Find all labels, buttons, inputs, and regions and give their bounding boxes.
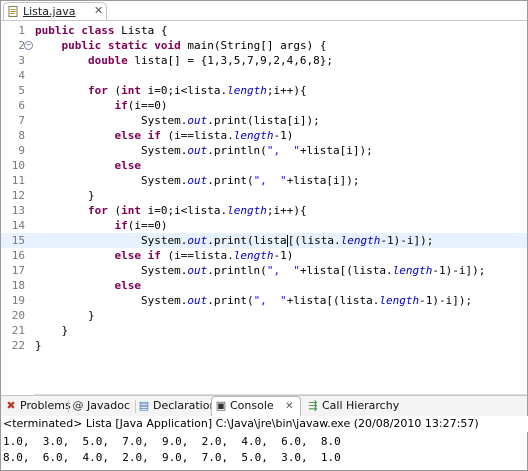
code-text: for (int i=0;i<lista.length;i++){ bbox=[87, 204, 307, 217]
code-text: else if (i==lista.length-1) bbox=[114, 129, 294, 142]
tab-console-label: Console bbox=[230, 399, 274, 412]
code-line[interactable]: 3 double lista[] = {1,3,5,7,9,2,4,6,8}; bbox=[1, 53, 527, 68]
problems-icon: ✖ bbox=[6, 399, 16, 412]
code-line[interactable]: 10 else bbox=[1, 158, 527, 173]
line-number: 19 bbox=[11, 294, 25, 307]
tab-separator bbox=[135, 400, 136, 413]
code-line[interactable]: 6 if(i==0) bbox=[1, 98, 527, 113]
close-icon[interactable]: ✕ bbox=[285, 401, 293, 412]
code-line[interactable]: 13 for (int i=0;i<lista.length;i++){ bbox=[1, 203, 527, 218]
code-line[interactable]: 14 if(i==0) bbox=[1, 218, 527, 233]
tab-call-hierarchy[interactable]: ⇶ Call Hierarchy bbox=[307, 396, 399, 416]
javadoc-icon: @ bbox=[72, 399, 84, 412]
code-line[interactable]: 15 System.out.print(lista[(lista.length-… bbox=[1, 233, 527, 248]
tab-separator bbox=[68, 400, 69, 413]
line-number: 5 bbox=[18, 84, 25, 97]
line-number: 3 bbox=[18, 54, 25, 67]
tab-javadoc-label: Javadoc bbox=[87, 399, 130, 412]
line-number: 16 bbox=[11, 249, 25, 262]
line-number: 21 bbox=[11, 324, 25, 337]
line-number: 7 bbox=[18, 114, 25, 127]
editor-tab-lista-java[interactable]: Lista.java ✕ bbox=[3, 2, 107, 20]
code-line[interactable]: 22} bbox=[1, 338, 527, 353]
code-text: } bbox=[35, 189, 95, 202]
code-text: } bbox=[35, 339, 42, 352]
code-line[interactable]: 11 System.out.print(", "+lista[i]); bbox=[1, 173, 527, 188]
code-text: if(i==0) bbox=[114, 99, 168, 112]
line-number: 15 bbox=[11, 234, 25, 247]
line-number: 11 bbox=[11, 174, 25, 187]
editor-tab-bar: Lista.java ✕ bbox=[1, 1, 527, 21]
line-number: 20 bbox=[11, 309, 25, 322]
code-line[interactable]: 20 } bbox=[1, 308, 527, 323]
code-text: System.out.print(", "+lista[i]); bbox=[35, 174, 360, 187]
tab-javadoc[interactable]: @ Javadoc bbox=[72, 396, 131, 416]
code-text: if(i==0) bbox=[114, 219, 168, 232]
java-file-icon bbox=[8, 6, 18, 17]
line-number: 2 bbox=[18, 39, 25, 52]
code-text: System.out.print(lista[(lista.length-1)-… bbox=[35, 234, 434, 247]
console-output[interactable]: 1.0, 3.0, 5.0, 7.0, 9.0, 2.0, 4.0, 6.0, … bbox=[3, 434, 525, 466]
tab-declaration[interactable]: ▤ Declaration bbox=[138, 396, 217, 416]
code-line[interactable]: 16 else if (i==lista.length-1) bbox=[1, 248, 527, 263]
code-text: System.out.print(lista[i]); bbox=[35, 114, 320, 127]
code-line[interactable]: 2− public static void main(String[] args… bbox=[1, 38, 527, 53]
code-line[interactable]: 5 for (int i=0;i<lista.length;i++){ bbox=[1, 83, 527, 98]
code-text: public class Lista { bbox=[35, 24, 168, 37]
tab-call-hierarchy-label: Call Hierarchy bbox=[322, 399, 400, 412]
console-output-line: 8.0, 6.0, 4.0, 2.0, 9.0, 7.0, 5.0, 3.0, … bbox=[3, 451, 341, 464]
console-status-line: <terminated> Lista [Java Application] C:… bbox=[1, 416, 528, 432]
close-icon[interactable]: ✕ bbox=[94, 4, 103, 17]
console-icon: ▣ bbox=[215, 399, 227, 412]
editor-tab-label: Lista.java bbox=[23, 5, 76, 18]
line-number: 10 bbox=[11, 159, 25, 172]
code-line[interactable]: 19 System.out.print(", "+lista[(lista.le… bbox=[1, 293, 527, 308]
tab-declaration-label: Declaration bbox=[153, 399, 217, 412]
code-text: else if (i==lista.length-1) bbox=[114, 249, 294, 262]
tab-console[interactable]: ▣ Console ✕ bbox=[211, 396, 301, 416]
code-line[interactable]: 7 System.out.print(lista[i]); bbox=[1, 113, 527, 128]
code-line[interactable]: 9 System.out.println(", "+lista[i]); bbox=[1, 143, 527, 158]
call-hierarchy-icon: ⇶ bbox=[308, 399, 318, 412]
line-number: 14 bbox=[11, 219, 25, 232]
declaration-icon: ▤ bbox=[138, 399, 150, 412]
console-output-line: 1.0, 3.0, 5.0, 7.0, 9.0, 2.0, 4.0, 6.0, … bbox=[3, 435, 341, 448]
code-line[interactable]: 21 } bbox=[1, 323, 527, 338]
views-tab-bar: ✖ Problems @ Javadoc ▤ Declaration ▣ Console… bbox=[1, 395, 527, 417]
line-number: 13 bbox=[11, 204, 25, 217]
text-caret bbox=[286, 235, 288, 247]
line-number: 12 bbox=[11, 189, 25, 202]
tab-problems[interactable]: ✖ Problems bbox=[5, 396, 71, 416]
code-line[interactable]: 4 bbox=[1, 68, 527, 83]
code-text: } bbox=[35, 324, 69, 337]
code-text: System.out.print(", "+lista[(lista.lengt… bbox=[35, 294, 473, 307]
code-line[interactable]: 12 } bbox=[1, 188, 527, 203]
eclipse-window: Lista.java ✕ 1 public class Lista {2− pub… bbox=[0, 0, 528, 471]
line-number: 22 bbox=[11, 339, 25, 352]
line-number: 8 bbox=[18, 129, 25, 142]
code-line[interactable]: 17 System.out.println(", "+lista[(lista.… bbox=[1, 263, 527, 278]
line-number: 17 bbox=[11, 264, 25, 277]
code-editor[interactable]: 1 public class Lista {2− public static vo… bbox=[1, 21, 527, 405]
line-number: 18 bbox=[11, 279, 25, 292]
code-text: System.out.println(", "+lista[i]); bbox=[35, 144, 373, 157]
code-lines: 1 public class Lista {2− public static vo… bbox=[1, 23, 527, 353]
line-number: 1 bbox=[18, 24, 25, 37]
code-text: else bbox=[114, 159, 141, 172]
code-text: else bbox=[114, 279, 141, 292]
line-number: 9 bbox=[18, 144, 25, 157]
code-text: for (int i=0;i<lista.length;i++){ bbox=[87, 84, 307, 97]
code-text: System.out.println(", "+lista[(lista.len… bbox=[35, 264, 486, 277]
code-line[interactable]: 8 else if (i==lista.length-1) bbox=[1, 128, 527, 143]
code-text: } bbox=[35, 309, 95, 322]
code-text: double lista[] = {1,3,5,7,9,2,4,6,8}; bbox=[87, 54, 334, 67]
code-text: public static void main(String[] args) { bbox=[61, 39, 327, 52]
line-number: 6 bbox=[18, 99, 25, 112]
code-line[interactable]: 1 public class Lista { bbox=[1, 23, 527, 38]
tab-problems-label: Problems bbox=[20, 399, 71, 412]
code-line[interactable]: 18 else bbox=[1, 278, 527, 293]
fold-toggle-icon[interactable]: − bbox=[24, 41, 33, 50]
line-number: 4 bbox=[18, 69, 25, 82]
